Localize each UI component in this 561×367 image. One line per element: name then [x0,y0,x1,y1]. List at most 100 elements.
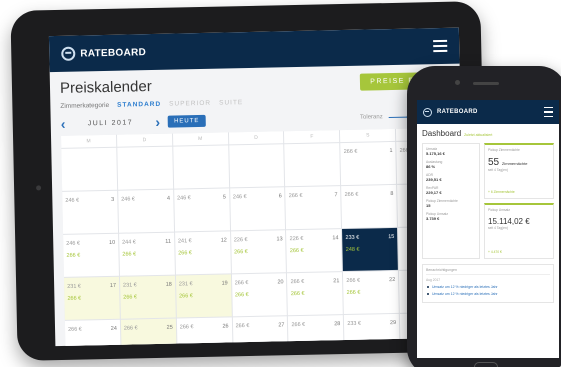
calendar-day-cell[interactable]: 226 € 13 266 € [230,230,287,274]
tab-standard[interactable]: STANDARD [117,101,161,109]
prev-month-chevron-icon[interactable]: ‹ [61,116,66,132]
calendar-day-cell[interactable]: 246 € 6 [229,187,286,231]
calendar-day-cell[interactable]: 266 € 22 266 € [343,270,399,315]
day-number: 20 [277,279,284,286]
calendar-day-cell[interactable]: 246 € 3 [62,190,118,234]
calendar-day-cell[interactable]: 233 € 15 248 € [342,227,399,272]
brand[interactable]: RATEBOARD [61,45,146,61]
calendar-day-cell[interactable]: 266 € 25 [120,318,177,347]
page-title: Preiskalender [59,78,152,97]
calendar-day-cell[interactable]: 226 € 14 266 € [286,229,343,273]
day-number: 15 [388,233,395,241]
day-number: 3 [111,196,115,203]
phone-header: RATEBOARD [417,100,559,124]
day-number: 13 [276,236,283,243]
price-calendar: MDMDFSS266 €1266 €2246 €3246 €4246 €5246… [61,127,456,347]
tolerance-label: Toleranz [359,114,383,121]
calendar-day-cell[interactable]: 266 € 28 [288,315,344,347]
day-number: 25 [166,324,173,331]
card-footer: + 6 Zimmernächte [488,190,515,194]
phone-brand[interactable]: RATEBOARD [423,107,478,117]
recommended-price: 248 € [345,246,360,253]
kpi-value: 239,51 € [426,177,442,182]
kpi-list: Umsatz 5.175,16 € Auslastung 86 % ADR 239,51 … [422,143,480,259]
category-label: Zimmerkategorie [60,101,110,110]
kpi-item: ADR 239,51 € [426,173,476,182]
calendar-day-cell[interactable]: 266 € 1 [340,141,397,186]
tablet-camera [36,185,42,191]
pickup-revenue-card[interactable]: Pickup Umsatz 15.114,02 € seit 4 Tag(en)… [484,203,554,259]
day-price: 246 € [65,197,80,204]
room-category-selector: Zimmerkategorie STANDARD SUPERIOR SUITE [60,95,450,110]
phone-screen: RATEBOARD Dashboard Zuletzt aktualisiert… [417,100,559,358]
today-button[interactable]: HEUTE [167,114,206,128]
phone-brand-name: RATEBOARD [437,109,478,115]
calendar-day-cell[interactable]: 266 € 21 266 € [287,272,344,316]
calendar-day-cell[interactable]: 266 € 26 [176,317,233,347]
kpi-item: Pickup Umsatz 3.739 € [426,212,476,221]
recommended-price: 266 € [122,251,137,258]
recommended-price: 266 € [123,294,138,301]
next-month-chevron-icon[interactable]: › [155,114,160,130]
calendar-day-cell[interactable]: 266 € 24 [64,319,121,347]
menu-icon[interactable] [433,39,448,53]
weekday-header: M [172,132,228,146]
kpi-item: Umsatz 5.175,16 € [426,147,476,156]
calendar-day-cell[interactable]: 241 € 12 266 € [174,231,231,275]
day-price: 266 € [123,325,138,332]
day-price: 246 € [176,195,191,202]
calendar-day-cell[interactable]: 246 € 5 [173,188,230,232]
calendar-day-cell[interactable]: 246 € 4 [118,189,174,233]
brand-name: RATEBOARD [80,46,147,60]
calendar-day-cell[interactable]: 231 € 18 266 € [119,275,176,319]
day-price: 246 € [121,196,136,203]
month-label: JULI 2017 [87,118,134,127]
phone-menu-icon[interactable] [544,106,553,118]
home-button[interactable] [474,362,498,367]
calendar-day-cell [117,146,173,190]
day-price: 244 € [122,239,136,246]
day-price: 266 € [179,324,194,331]
kpi-item: RevPAR 229,17 € [426,186,476,195]
notification-item[interactable]: Umsatz um 12 % niedriger als letztes Jah… [427,292,550,296]
card-label: Pickup Zimmernächte [488,148,520,152]
day-number: 14 [332,235,339,242]
calendar-day-cell[interactable]: 244 € 11 266 € [118,232,175,276]
recommended-price: 266 € [346,289,361,296]
tab-superior[interactable]: SUPERIOR [169,100,211,108]
kpi-value: 5.175,16 € [426,151,445,156]
notification-item[interactable]: Umsatz um 12 % niedriger als letztes Jah… [427,285,550,289]
day-number: 29 [389,319,397,327]
day-price: 266 € [234,280,249,287]
day-number: 17 [109,282,117,289]
tab-suite[interactable]: SUITE [219,99,243,107]
day-price: 226 € [289,235,304,243]
day-price: 241 € [177,238,192,245]
calendar-day-cell[interactable]: 231 € 17 266 € [63,276,120,320]
day-number: 27 [278,322,285,329]
card-unit: Zimmernächte [501,161,528,166]
calendar-day-cell[interactable]: 231 € 19 266 € [175,274,232,318]
calendar-day-cell[interactable]: 233 € 29 [344,313,400,347]
day-price: 266 € [235,323,250,330]
day-price: 246 € [232,194,247,201]
stage: RATEBOARD Preiskalender PREISE EDITIE Zi… [0,0,561,367]
notifications-header: Benachrichtigungen [426,268,550,275]
day-number: 19 [221,280,228,287]
kpi-item: Pickup Zimmernächte 15 [426,199,476,208]
calendar-day-cell[interactable]: 246 € 10 266 € [63,233,119,277]
dashboard: Dashboard Zuletzt aktualisiert Umsatz 5.1… [417,124,559,308]
tablet-screen: RATEBOARD Preiskalender PREISE EDITIE Zi… [48,27,466,347]
card-note: seit 4 Tag(en) [488,226,508,230]
calendar-day-cell[interactable]: 266 € 7 [285,186,342,230]
recommended-price: 266 € [233,249,248,256]
kpi-value: 3.739 € [426,216,440,221]
calendar-day-cell[interactable]: 266 € 8 [341,184,398,229]
pickup-nights-card[interactable]: Pickup Zimmernächte 55 Zimmernächte seit… [484,143,554,199]
day-price: 266 € [288,192,303,200]
rateboard-logo-icon [61,46,76,61]
calendar-day-cell[interactable]: 266 € 27 [232,316,289,347]
calendar-day-cell[interactable]: 266 € 20 266 € [231,273,288,317]
recommended-price: 266 € [178,250,193,257]
day-number: 11 [165,238,172,245]
